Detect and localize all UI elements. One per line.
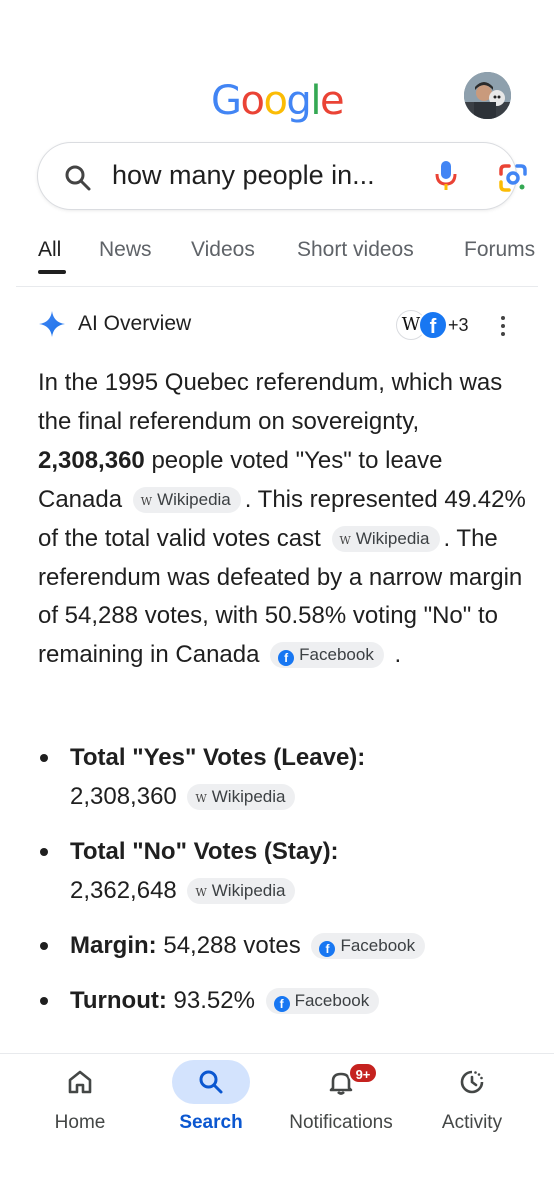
history-icon (460, 1070, 484, 1094)
gemini-sparkle-icon (39, 311, 65, 337)
stat-value: 2,362,648 (70, 877, 177, 904)
logo-letter: o (240, 78, 264, 124)
bullet-dot (40, 942, 48, 950)
source-chip-facebook[interactable]: f Facebook (265, 988, 380, 1014)
bullet-dot (40, 754, 48, 762)
wikipedia-icon: W (339, 533, 351, 547)
overview-text: . (394, 641, 402, 669)
nav-search[interactable]: Search (142, 1054, 280, 1154)
list-item: Margin: 54,288 votes f Facebook (38, 926, 538, 965)
search-bar[interactable]: how many people in... (38, 143, 527, 209)
bottom-navigation: Home Search 9+ Notifications Activity (0, 1053, 554, 1200)
source-chip-wikipedia[interactable]: W Wikipedia (187, 878, 296, 904)
mic-icon[interactable] (432, 159, 460, 193)
logo-letter: o (263, 78, 287, 124)
list-item: Total "No" Votes (Stay): 2,362,648 W Wiki… (38, 832, 538, 910)
wikipedia-icon: W (195, 792, 207, 805)
notification-badge: 9+ (348, 1062, 378, 1084)
nav-activity[interactable]: Activity (403, 1054, 541, 1154)
source-chip-wikipedia[interactable]: W Wikipedia (331, 525, 440, 552)
stat-label: Total "No" Votes (Stay): (70, 838, 339, 865)
wikipedia-icon: W (195, 886, 207, 899)
source-chip-facebook[interactable]: f Facebook (270, 642, 384, 669)
nav-label: Search (179, 1112, 243, 1133)
search-icon (199, 1070, 223, 1094)
logo-letter: G (210, 78, 242, 124)
bullet-dot (40, 997, 48, 1005)
facebook-icon: f (278, 650, 295, 667)
divider (16, 286, 538, 287)
chip-label: Facebook (340, 936, 416, 955)
facebook-icon: f (418, 310, 448, 340)
wikipedia-icon: W (140, 494, 153, 508)
search-input[interactable]: how many people in... (112, 160, 375, 191)
ai-overview-text: In the 1995 Quebec referendum, which was… (38, 364, 528, 675)
nav-label: Home (54, 1112, 106, 1133)
more-sources-count[interactable]: +3 (448, 315, 469, 336)
stat-value: 54,288 votes (163, 932, 301, 959)
chip-label: Wikipedia (157, 489, 231, 509)
stat-label: Margin: (70, 932, 157, 959)
key-stats-list: Total "Yes" Votes (Leave): 2,308,360 W Wi… (38, 738, 538, 1020)
active-tab-indicator (38, 270, 66, 274)
facebook-icon: f (319, 941, 336, 957)
tab-all[interactable]: All (38, 238, 61, 262)
chip-label: Facebook (294, 991, 370, 1010)
stat-value: 2,308,360 (70, 783, 177, 810)
nav-label: Activity (441, 1112, 503, 1133)
home-icon (68, 1070, 92, 1094)
chip-label: Wikipedia (211, 787, 286, 806)
overview-text: In the 1995 Quebec referendum, which was… (38, 369, 503, 435)
source-chip-wikipedia[interactable]: W Wikipedia (187, 784, 296, 810)
nav-home[interactable]: Home (11, 1054, 149, 1154)
stat-value: 93.52% (173, 987, 255, 1014)
search-tabs: All News Videos Short videos Forums (0, 238, 554, 274)
logo-letter: l (310, 78, 321, 124)
logo-letter: g (286, 78, 311, 124)
tab-forums[interactable]: Forums (464, 238, 535, 262)
tab-short-videos[interactable]: Short videos (297, 238, 414, 262)
source-icons[interactable]: W f (396, 308, 448, 342)
ai-overview-title: AI Overview (78, 312, 192, 335)
nav-notifications[interactable]: 9+ Notifications (272, 1054, 410, 1154)
list-item: Turnout: 93.52% f Facebook (38, 981, 538, 1020)
bullet-dot (40, 848, 48, 856)
overview-bold: 2,308,360 (38, 446, 145, 474)
chip-label: Wikipedia (355, 528, 430, 548)
google-lens-icon[interactable] (498, 163, 528, 193)
nav-label: Notifications (289, 1112, 393, 1133)
chip-label: Facebook (299, 645, 374, 665)
account-avatar[interactable] (464, 72, 511, 119)
more-options-icon[interactable] (496, 314, 510, 338)
chip-label: Wikipedia (211, 881, 286, 900)
logo-letter: e (319, 78, 345, 124)
facebook-icon: f (273, 996, 290, 1012)
stat-label: Total "Yes" Votes (Leave): (70, 744, 366, 771)
tab-news[interactable]: News (99, 238, 152, 262)
ai-overview-header: AI Overview W f +3 (38, 308, 518, 342)
stat-label: Turnout: (70, 987, 167, 1014)
tab-videos[interactable]: Videos (191, 238, 255, 262)
list-item: Total "Yes" Votes (Leave): 2,308,360 W Wi… (38, 738, 538, 816)
source-chip-wikipedia[interactable]: W Wikipedia (132, 486, 241, 513)
search-icon (65, 165, 91, 191)
source-chip-facebook[interactable]: f Facebook (311, 933, 426, 959)
